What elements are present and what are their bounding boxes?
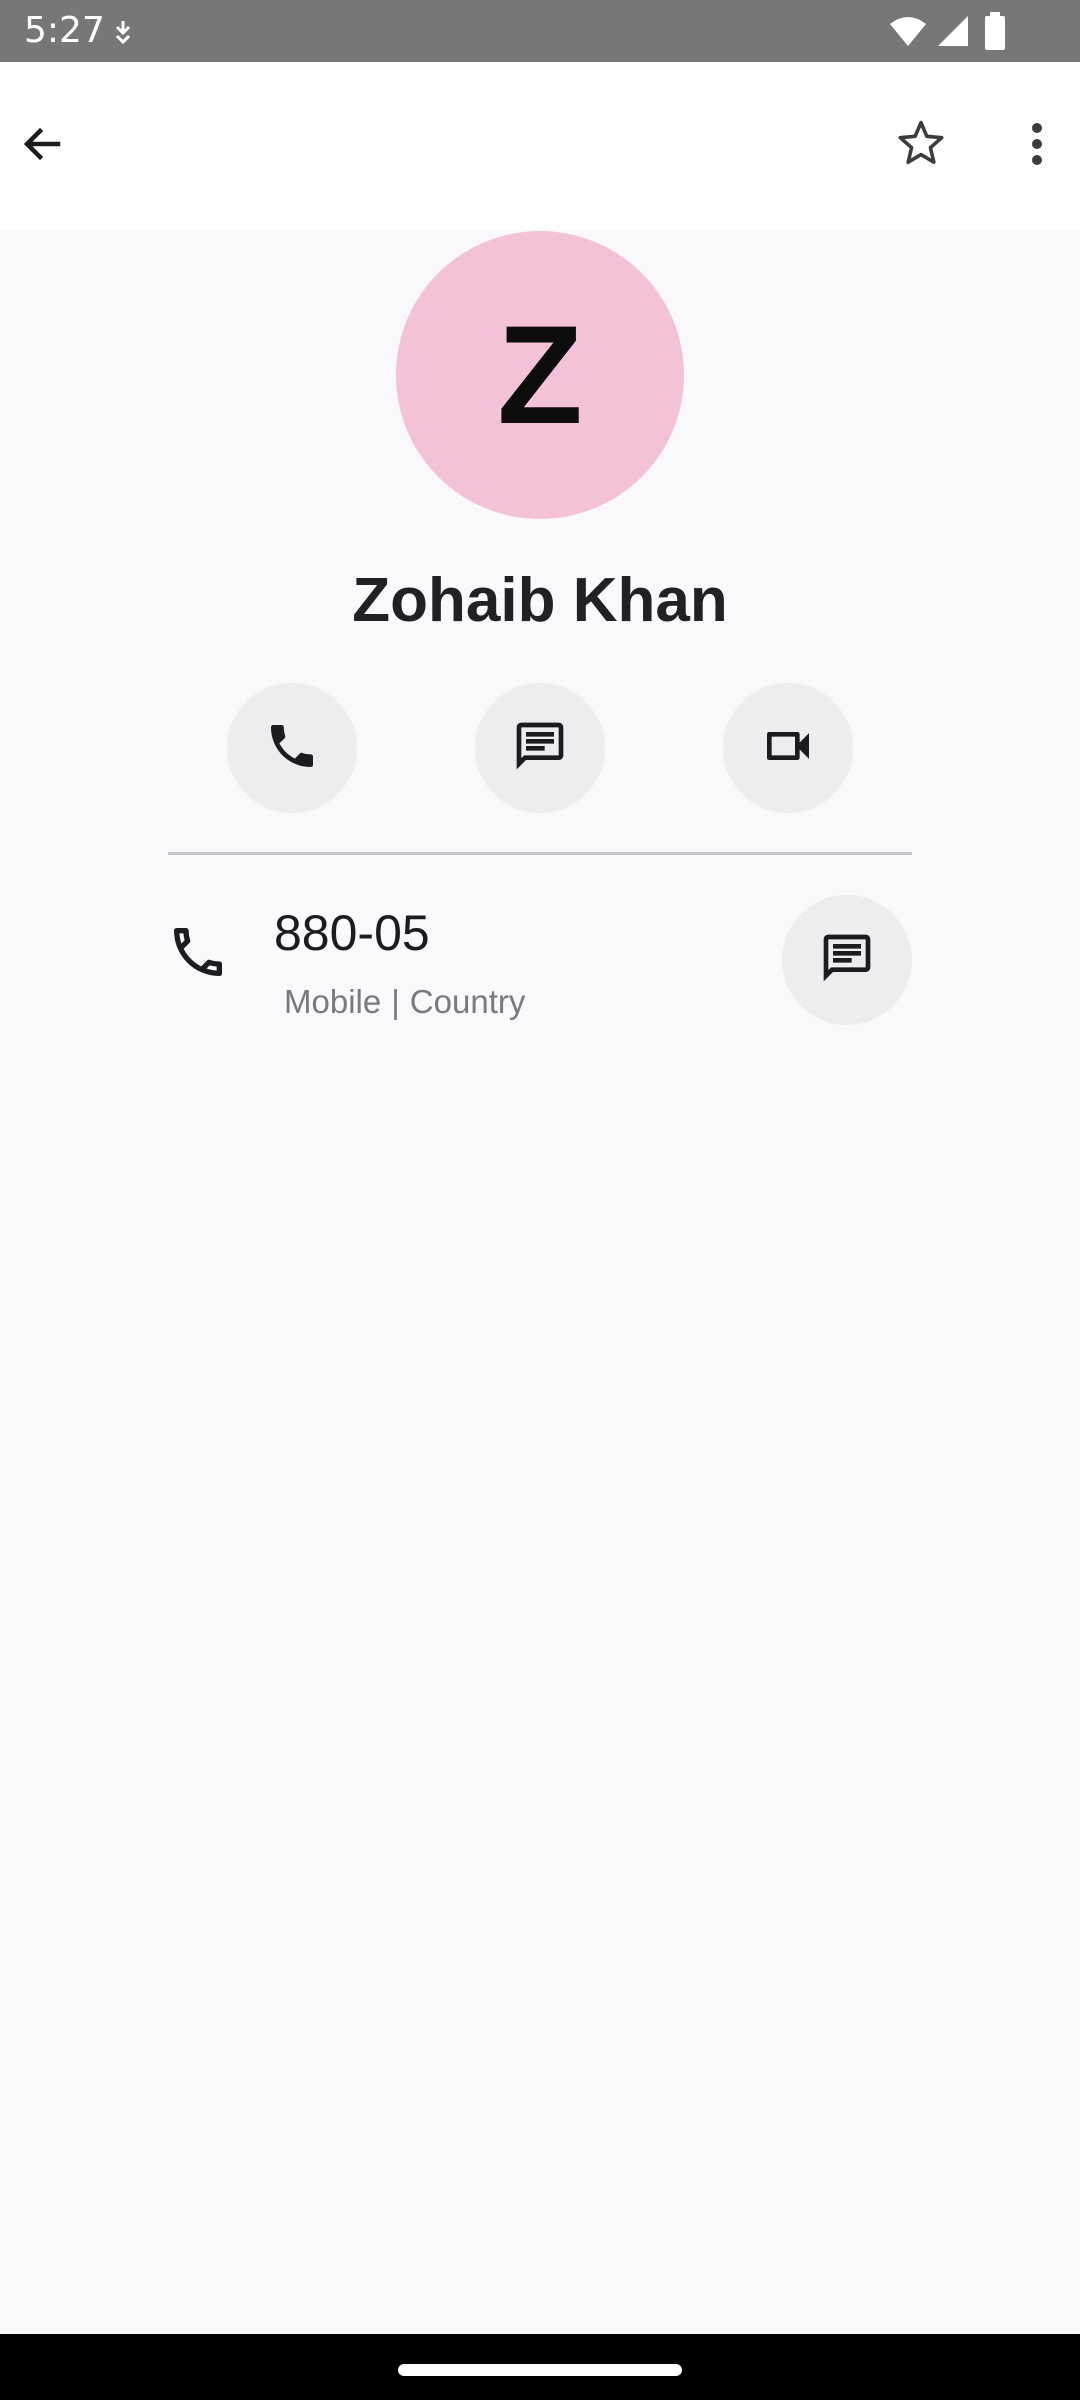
divider [168,852,912,855]
star-outline-icon [894,117,948,176]
contact-name: Zohaib Khan [352,566,728,635]
message-icon [512,718,568,779]
status-time: 5:27 [24,10,105,51]
signal-icon [936,14,970,53]
top-app-bar [0,62,1080,230]
phone-icon [264,718,320,779]
phone-meta-separator: | [391,983,400,1020]
back-arrow-icon [18,120,66,173]
avatar-initial: Z [497,296,583,453]
phone-number: 880-05 [274,905,430,961]
phone-label: Country [409,983,526,1020]
battery-icon [984,12,1006,55]
phone-type: Mobile [284,983,382,1020]
call-button[interactable] [227,683,357,813]
phone-meta: Mobile | Country [284,980,525,1024]
video-call-button[interactable] [723,683,853,813]
phone-message-button[interactable] [782,895,912,1025]
phone-entry-row[interactable]: 880-05 Mobile | Country [150,880,930,1040]
phone-icon [166,920,230,984]
more-vert-icon [1029,120,1045,173]
back-button[interactable] [0,98,90,194]
video-call-icon [760,718,816,779]
download-icon [110,18,136,53]
message-button[interactable] [475,683,605,813]
navigation-bar [0,2334,1080,2400]
status-bar: 5:27 [0,0,1080,62]
more-options-button[interactable] [989,98,1080,194]
contact-avatar: Z [396,231,684,519]
message-icon [819,930,875,991]
home-gesture-handle[interactable] [398,2364,682,2376]
favorite-button[interactable] [873,98,969,194]
wifi-icon [888,14,928,53]
